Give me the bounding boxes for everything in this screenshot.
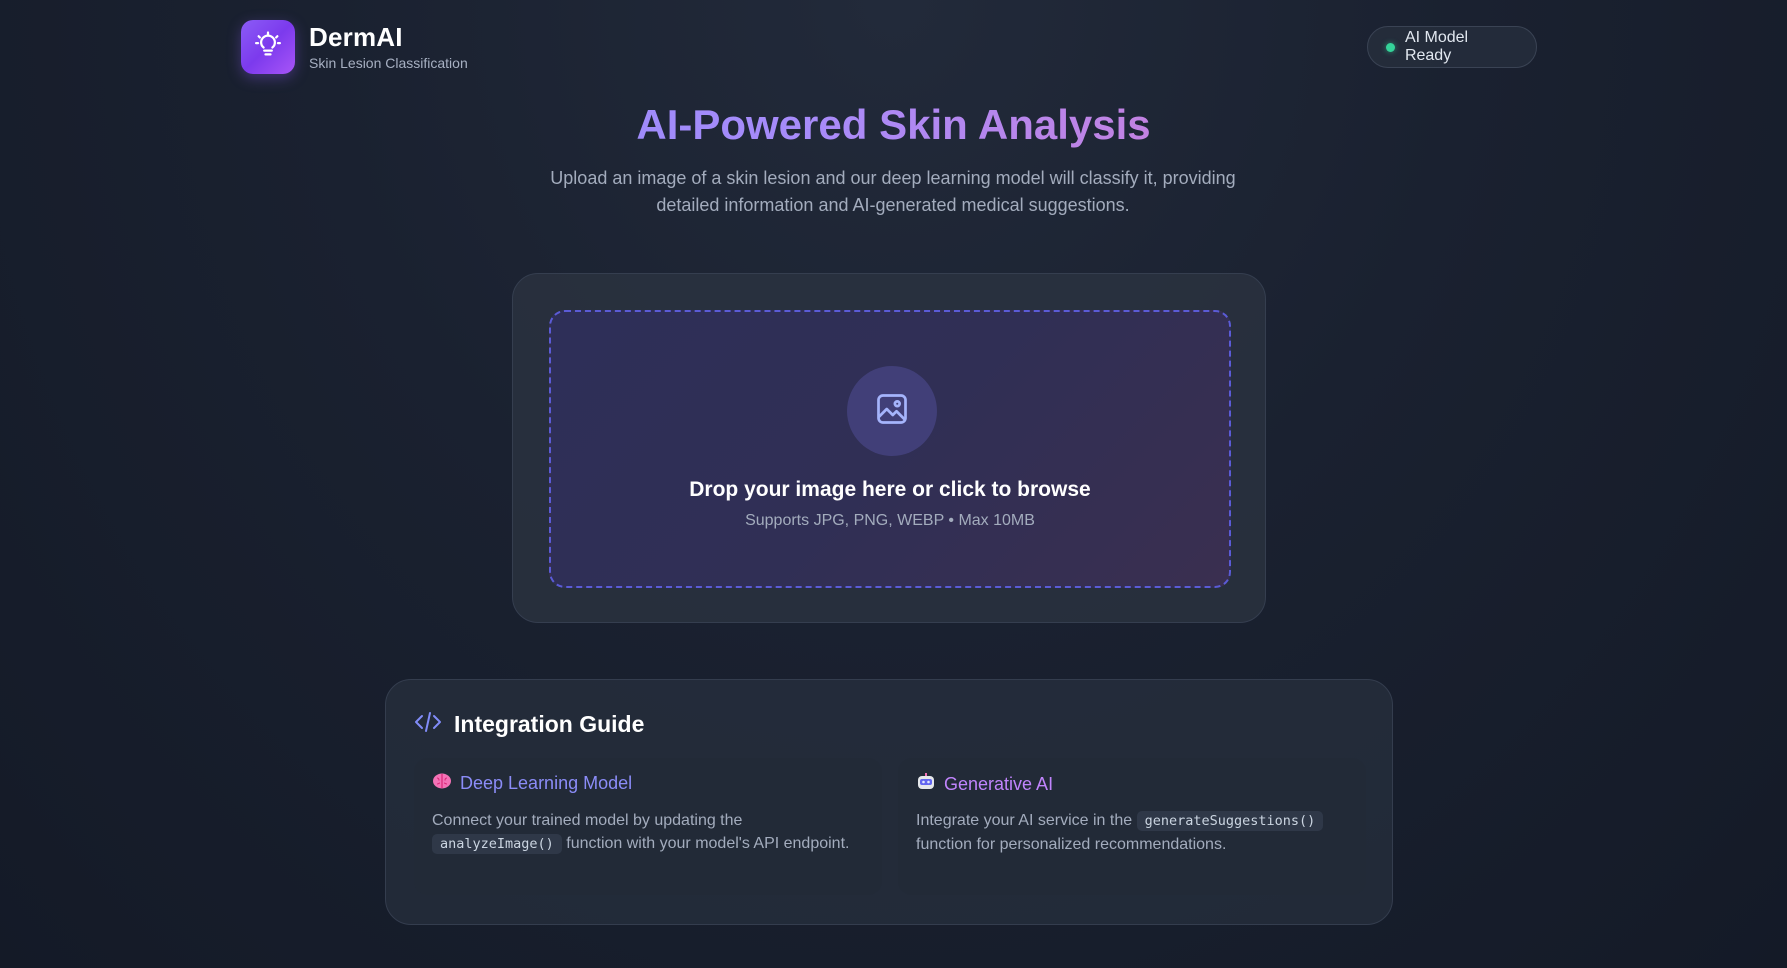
status-label: AI Model Ready [1404,29,1469,64]
upload-card: Drop your image here or click to browse … [512,273,1266,623]
page-description: Upload an image of a skin lesion and our… [550,168,1236,215]
guide-title: Integration Guide [454,711,645,737]
generate-suggestions-code: generateSuggestions() [1136,811,1324,831]
image-icon [874,391,910,432]
guide-header: Integration Guide [414,710,644,739]
deep-learning-text: Connect your trained model by updating t… [432,809,862,856]
brand[interactable]: DermAI Skin Lesion Classification [241,20,468,74]
deep-learning-title: Deep Learning Model [460,773,633,793]
lightbulb-icon [253,30,283,65]
upload-icon-badge [847,366,937,456]
deep-learning-section: Deep Learning Model Connect your trained… [414,758,882,895]
generative-ai-text: Integrate your AI service in the generat… [916,809,1346,856]
brand-name: DermAI [309,22,403,52]
dropzone-hint: Supports JPG, PNG, WEBP • Max 10MB [745,512,1035,529]
brain-icon [432,772,452,795]
robot-icon [916,772,936,797]
generative-text-after: function for personalized recommendation… [916,836,1227,853]
generative-text-before: Integrate your AI service in the [916,812,1133,829]
image-dropzone[interactable]: Drop your image here or click to browse … [549,310,1231,588]
generative-ai-title: Generative AI [944,774,1054,794]
page-title: AI-Powered Skin Analysis [0,100,1787,150]
analyze-image-code: analyzeImage() [432,834,562,854]
deep-learning-text-before: Connect your trained model by updating t… [432,812,743,829]
status-dot-icon [1386,42,1395,52]
brand-subtitle: Skin Lesion Classification [309,55,468,71]
deep-learning-text-after: function with your model's API endpoint. [566,835,850,852]
integration-guide-card: Integration Guide Deep Learning Model Co… [385,679,1393,925]
generative-ai-section: Generative AI Integrate your AI service … [898,758,1366,895]
model-status-badge: AI Model Ready [1367,26,1537,68]
page: DermAI Skin Lesion Classification AI Mod… [0,0,1787,968]
dropzone-title: Drop your image here or click to browse [689,478,1091,501]
logo [241,20,295,74]
code-icon [414,710,442,739]
